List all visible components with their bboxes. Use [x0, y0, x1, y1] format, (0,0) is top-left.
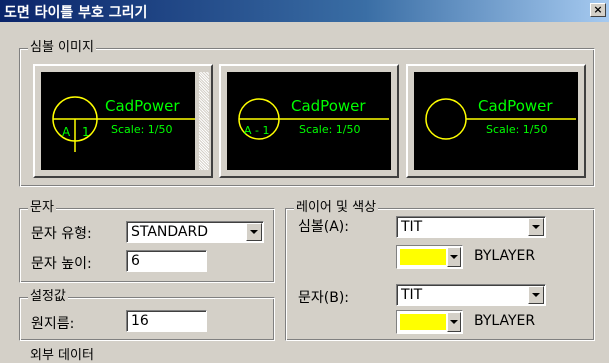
text-color-picker[interactable] — [396, 310, 463, 334]
radius-value: 16 — [131, 313, 149, 329]
text-group-legend: 문자 — [28, 200, 56, 216]
symbol-preview-1: A 1 CadPower Scale: 1/50 — [52, 96, 201, 152]
radius-input[interactable]: 16 — [126, 310, 207, 332]
symbol-image-legend: 심볼 이미지 — [28, 40, 96, 56]
text-height-label: 문자 높이: — [31, 256, 92, 272]
text-height-input[interactable]: 6 — [126, 250, 207, 272]
symbol-layer-select[interactable]: TIT — [396, 216, 546, 238]
symbol-preview-2: A - 1 CadPower Scale: 1/50 — [238, 97, 389, 140]
symbol-3-scale: Scale: 1/50 — [486, 123, 548, 136]
symbol-color-swatch — [400, 249, 446, 265]
title-bar: 도면 타이틀 부호 그리기 × — [0, 0, 609, 22]
symbol-2-center-text: A - 1 — [244, 124, 270, 137]
window-title: 도면 타이틀 부호 그리기 — [4, 5, 148, 21]
chevron-down-icon[interactable] — [447, 312, 461, 332]
text-color-label: BYLAYER — [474, 313, 536, 329]
symbol-color-picker[interactable] — [396, 245, 463, 269]
symbol-1-right-text: 1 — [82, 125, 90, 139]
symbol-option-1[interactable]: A 1 CadPower Scale: 1/50 — [33, 64, 213, 178]
symbol-1-brand: CadPower — [105, 97, 180, 115]
symbol-preview-3: CadPower Scale: 1/50 — [425, 97, 576, 140]
chevron-down-icon[interactable] — [528, 286, 544, 304]
symbol-1-left-text: A — [62, 125, 71, 139]
layer-color-group: 레이어 및 색상 심볼(A): TIT BYLAYER 문자(B): TIT B… — [285, 200, 595, 341]
text-type-value: STANDARD — [131, 224, 209, 240]
text-height-value: 6 — [131, 253, 140, 269]
symbol-1-selection-hatch — [199, 72, 209, 170]
settings-group: 설정값 원지름: 16 — [19, 289, 275, 341]
text-layer-label: 문자(B): — [298, 290, 350, 306]
chevron-down-icon[interactable] — [447, 247, 461, 267]
symbol-2-scale: Scale: 1/50 — [299, 123, 361, 136]
symbol-option-2[interactable]: A - 1 CadPower Scale: 1/50 — [219, 64, 399, 178]
text-layer-select[interactable]: TIT — [396, 284, 546, 306]
settings-group-legend: 설정값 — [28, 289, 68, 305]
close-button[interactable]: × — [590, 3, 606, 17]
text-type-select[interactable]: STANDARD — [126, 221, 264, 243]
symbol-3-brand: CadPower — [478, 97, 553, 115]
external-data-legend: 외부 데이터 — [30, 348, 94, 363]
symbol-image-group: 심볼 이미지 A 1 CadPower Scale: 1/50 A - 1 Ca… — [19, 40, 595, 187]
symbol-1-scale: Scale: 1/50 — [111, 123, 173, 136]
symbol-layer-label: 심볼(A): — [298, 219, 349, 235]
symbol-2-brand: CadPower — [291, 97, 366, 115]
chevron-down-icon[interactable] — [528, 218, 544, 236]
symbol-layer-value: TIT — [401, 219, 423, 235]
radius-label: 원지름: — [31, 316, 75, 332]
layer-color-legend: 레이어 및 색상 — [294, 200, 379, 216]
symbol-color-label: BYLAYER — [474, 248, 536, 264]
text-layer-value: TIT — [401, 287, 423, 303]
text-group: 문자 문자 유형: STANDARD 문자 높이: 6 — [19, 200, 275, 283]
chevron-down-icon[interactable] — [246, 223, 262, 241]
text-type-label: 문자 유형: — [31, 226, 92, 242]
text-color-swatch — [400, 314, 446, 330]
close-icon: × — [593, 3, 603, 16]
symbol-option-3[interactable]: CadPower Scale: 1/50 — [406, 64, 586, 178]
